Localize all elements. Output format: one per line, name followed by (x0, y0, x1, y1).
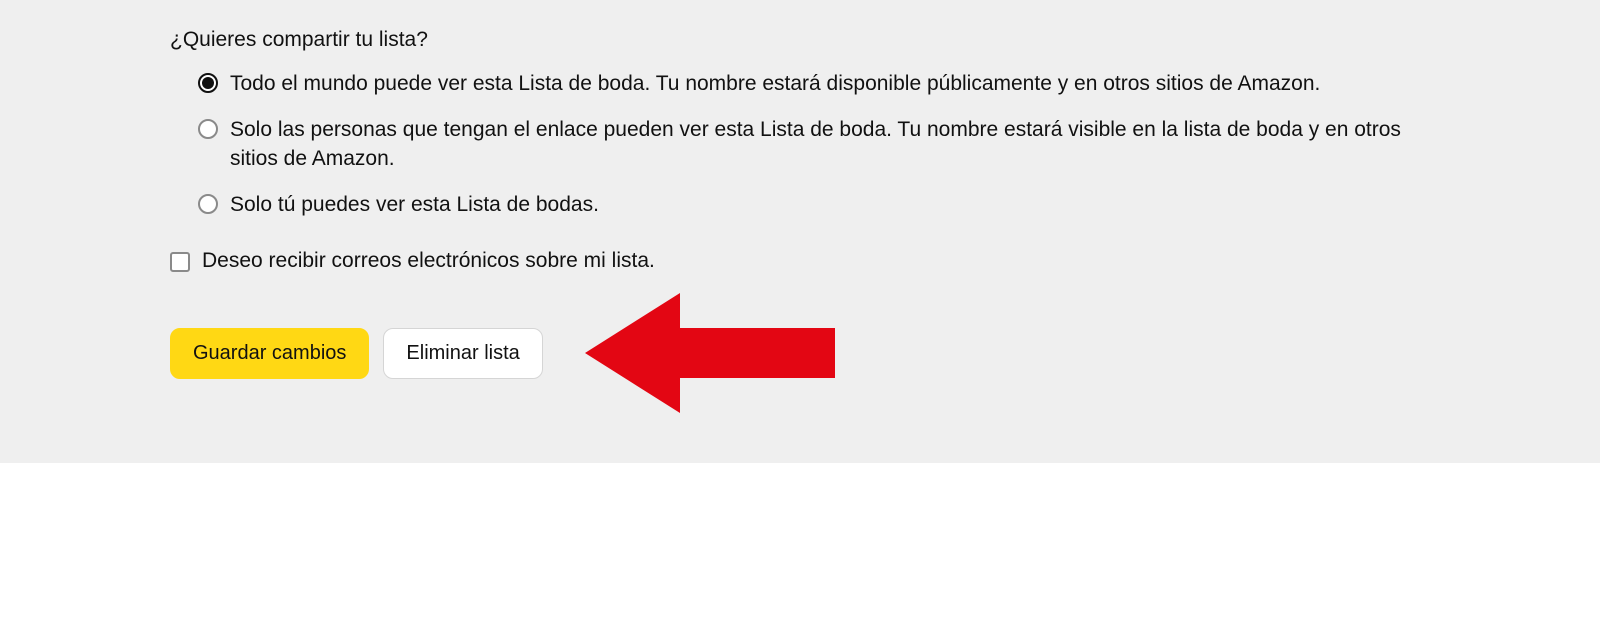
delete-list-button[interactable]: Eliminar lista (383, 328, 542, 379)
emails-checkbox[interactable] (170, 252, 190, 272)
settings-panel: ¿Quieres compartir tu lista? Todo el mun… (0, 0, 1600, 463)
emails-checkbox-label: Deseo recibir correos electrónicos sobre… (202, 249, 655, 273)
share-option-private[interactable]: Solo tú puedes ver esta Lista de bodas. (198, 191, 1560, 219)
save-button[interactable]: Guardar cambios (170, 328, 369, 379)
share-option-label: Solo las personas que tengan el enlace p… (230, 116, 1450, 173)
share-option-public[interactable]: Todo el mundo puede ver esta Lista de bo… (198, 70, 1560, 98)
share-question: ¿Quieres compartir tu lista? (170, 28, 1560, 52)
button-row: Guardar cambios Eliminar lista (170, 293, 1560, 413)
emails-checkbox-row[interactable]: Deseo recibir correos electrónicos sobre… (170, 249, 1560, 273)
share-option-link[interactable]: Solo las personas que tengan el enlace p… (198, 116, 1560, 173)
share-radio-private[interactable] (198, 194, 218, 214)
share-option-label: Todo el mundo puede ver esta Lista de bo… (230, 70, 1320, 98)
share-option-label: Solo tú puedes ver esta Lista de bodas. (230, 191, 599, 219)
share-radio-public[interactable] (198, 73, 218, 93)
arrow-annotation-icon (585, 293, 835, 413)
share-radio-link[interactable] (198, 119, 218, 139)
share-radio-group: Todo el mundo puede ver esta Lista de bo… (170, 70, 1560, 219)
